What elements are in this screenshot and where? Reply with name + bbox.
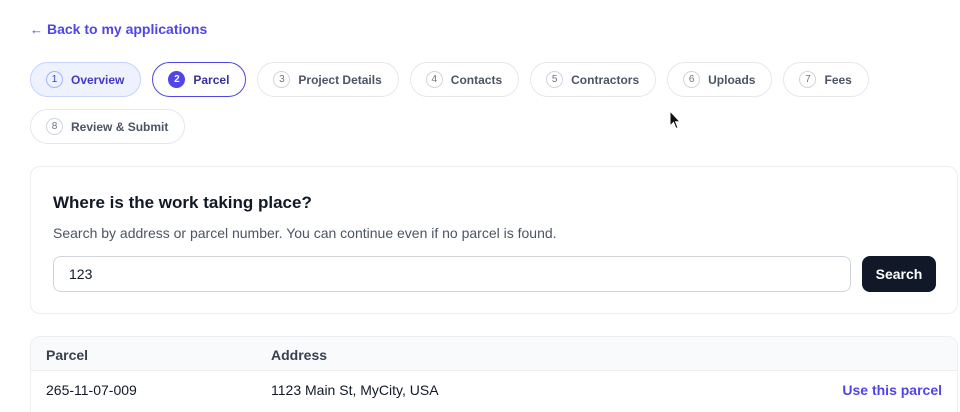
- step-fees[interactable]: 7 Fees: [783, 62, 869, 97]
- step-overview[interactable]: 1 Overview: [30, 62, 142, 97]
- row-parcel: 265-11-07-009: [46, 382, 137, 398]
- back-link-label: Back to my applications: [47, 21, 208, 37]
- step-parcel[interactable]: 2 Parcel: [152, 62, 247, 97]
- step-number: 2: [168, 71, 186, 88]
- step-number: 7: [799, 71, 817, 88]
- step-label: Uploads: [708, 72, 756, 87]
- step-label: Contractors: [571, 72, 640, 87]
- card-description: Search by address or parcel number. You …: [53, 225, 557, 241]
- application-page: ← Back to my applications 1 Overview 2 P…: [0, 0, 960, 412]
- step-contractors[interactable]: 5 Contractors: [530, 62, 657, 97]
- table-header: Parcel Address: [31, 337, 957, 371]
- step-label: Contacts: [450, 72, 503, 87]
- parcel-results-table: Parcel Address 265-11-07-009 1123 Main S…: [30, 336, 958, 412]
- step-number: 1: [46, 71, 63, 88]
- step-number: 4: [425, 71, 443, 88]
- row-address: 1123 Main St, MyCity, USA: [271, 382, 439, 398]
- step-number: 5: [546, 71, 564, 88]
- parcel-search-card: Where is the work taking place? Search b…: [30, 166, 958, 314]
- parcel-search-input[interactable]: [53, 256, 851, 292]
- header-address: Address: [271, 347, 328, 363]
- back-to-applications-link[interactable]: ← Back to my applications: [30, 21, 207, 37]
- step-number: 3: [273, 71, 291, 88]
- step-contacts[interactable]: 4 Contacts: [409, 62, 520, 97]
- step-number: 6: [683, 71, 701, 88]
- step-label: Parcel: [193, 72, 230, 87]
- step-review-submit[interactable]: 8 Review & Submit: [30, 109, 186, 144]
- use-this-parcel-link[interactable]: Use this parcel: [842, 382, 942, 398]
- arrow-left-icon: ←: [30, 21, 43, 37]
- search-button[interactable]: Search: [862, 256, 936, 292]
- step-label: Project Details: [298, 72, 382, 87]
- step-navigation: 1 Overview 2 Parcel 3 Project Details 4 …: [30, 62, 890, 144]
- step-project-details[interactable]: 3 Project Details: [257, 62, 399, 97]
- step-label: Fees: [824, 72, 852, 87]
- header-parcel: Parcel: [46, 347, 89, 363]
- step-uploads[interactable]: 6 Uploads: [667, 62, 773, 97]
- step-label: Overview: [71, 72, 125, 87]
- step-label: Review & Submit: [71, 119, 169, 134]
- mouse-pointer-icon: [669, 110, 681, 130]
- step-number: 8: [46, 118, 63, 135]
- card-title: Where is the work taking place?: [53, 193, 312, 212]
- table-row: 265-11-07-009 1123 Main St, MyCity, USA …: [31, 371, 957, 411]
